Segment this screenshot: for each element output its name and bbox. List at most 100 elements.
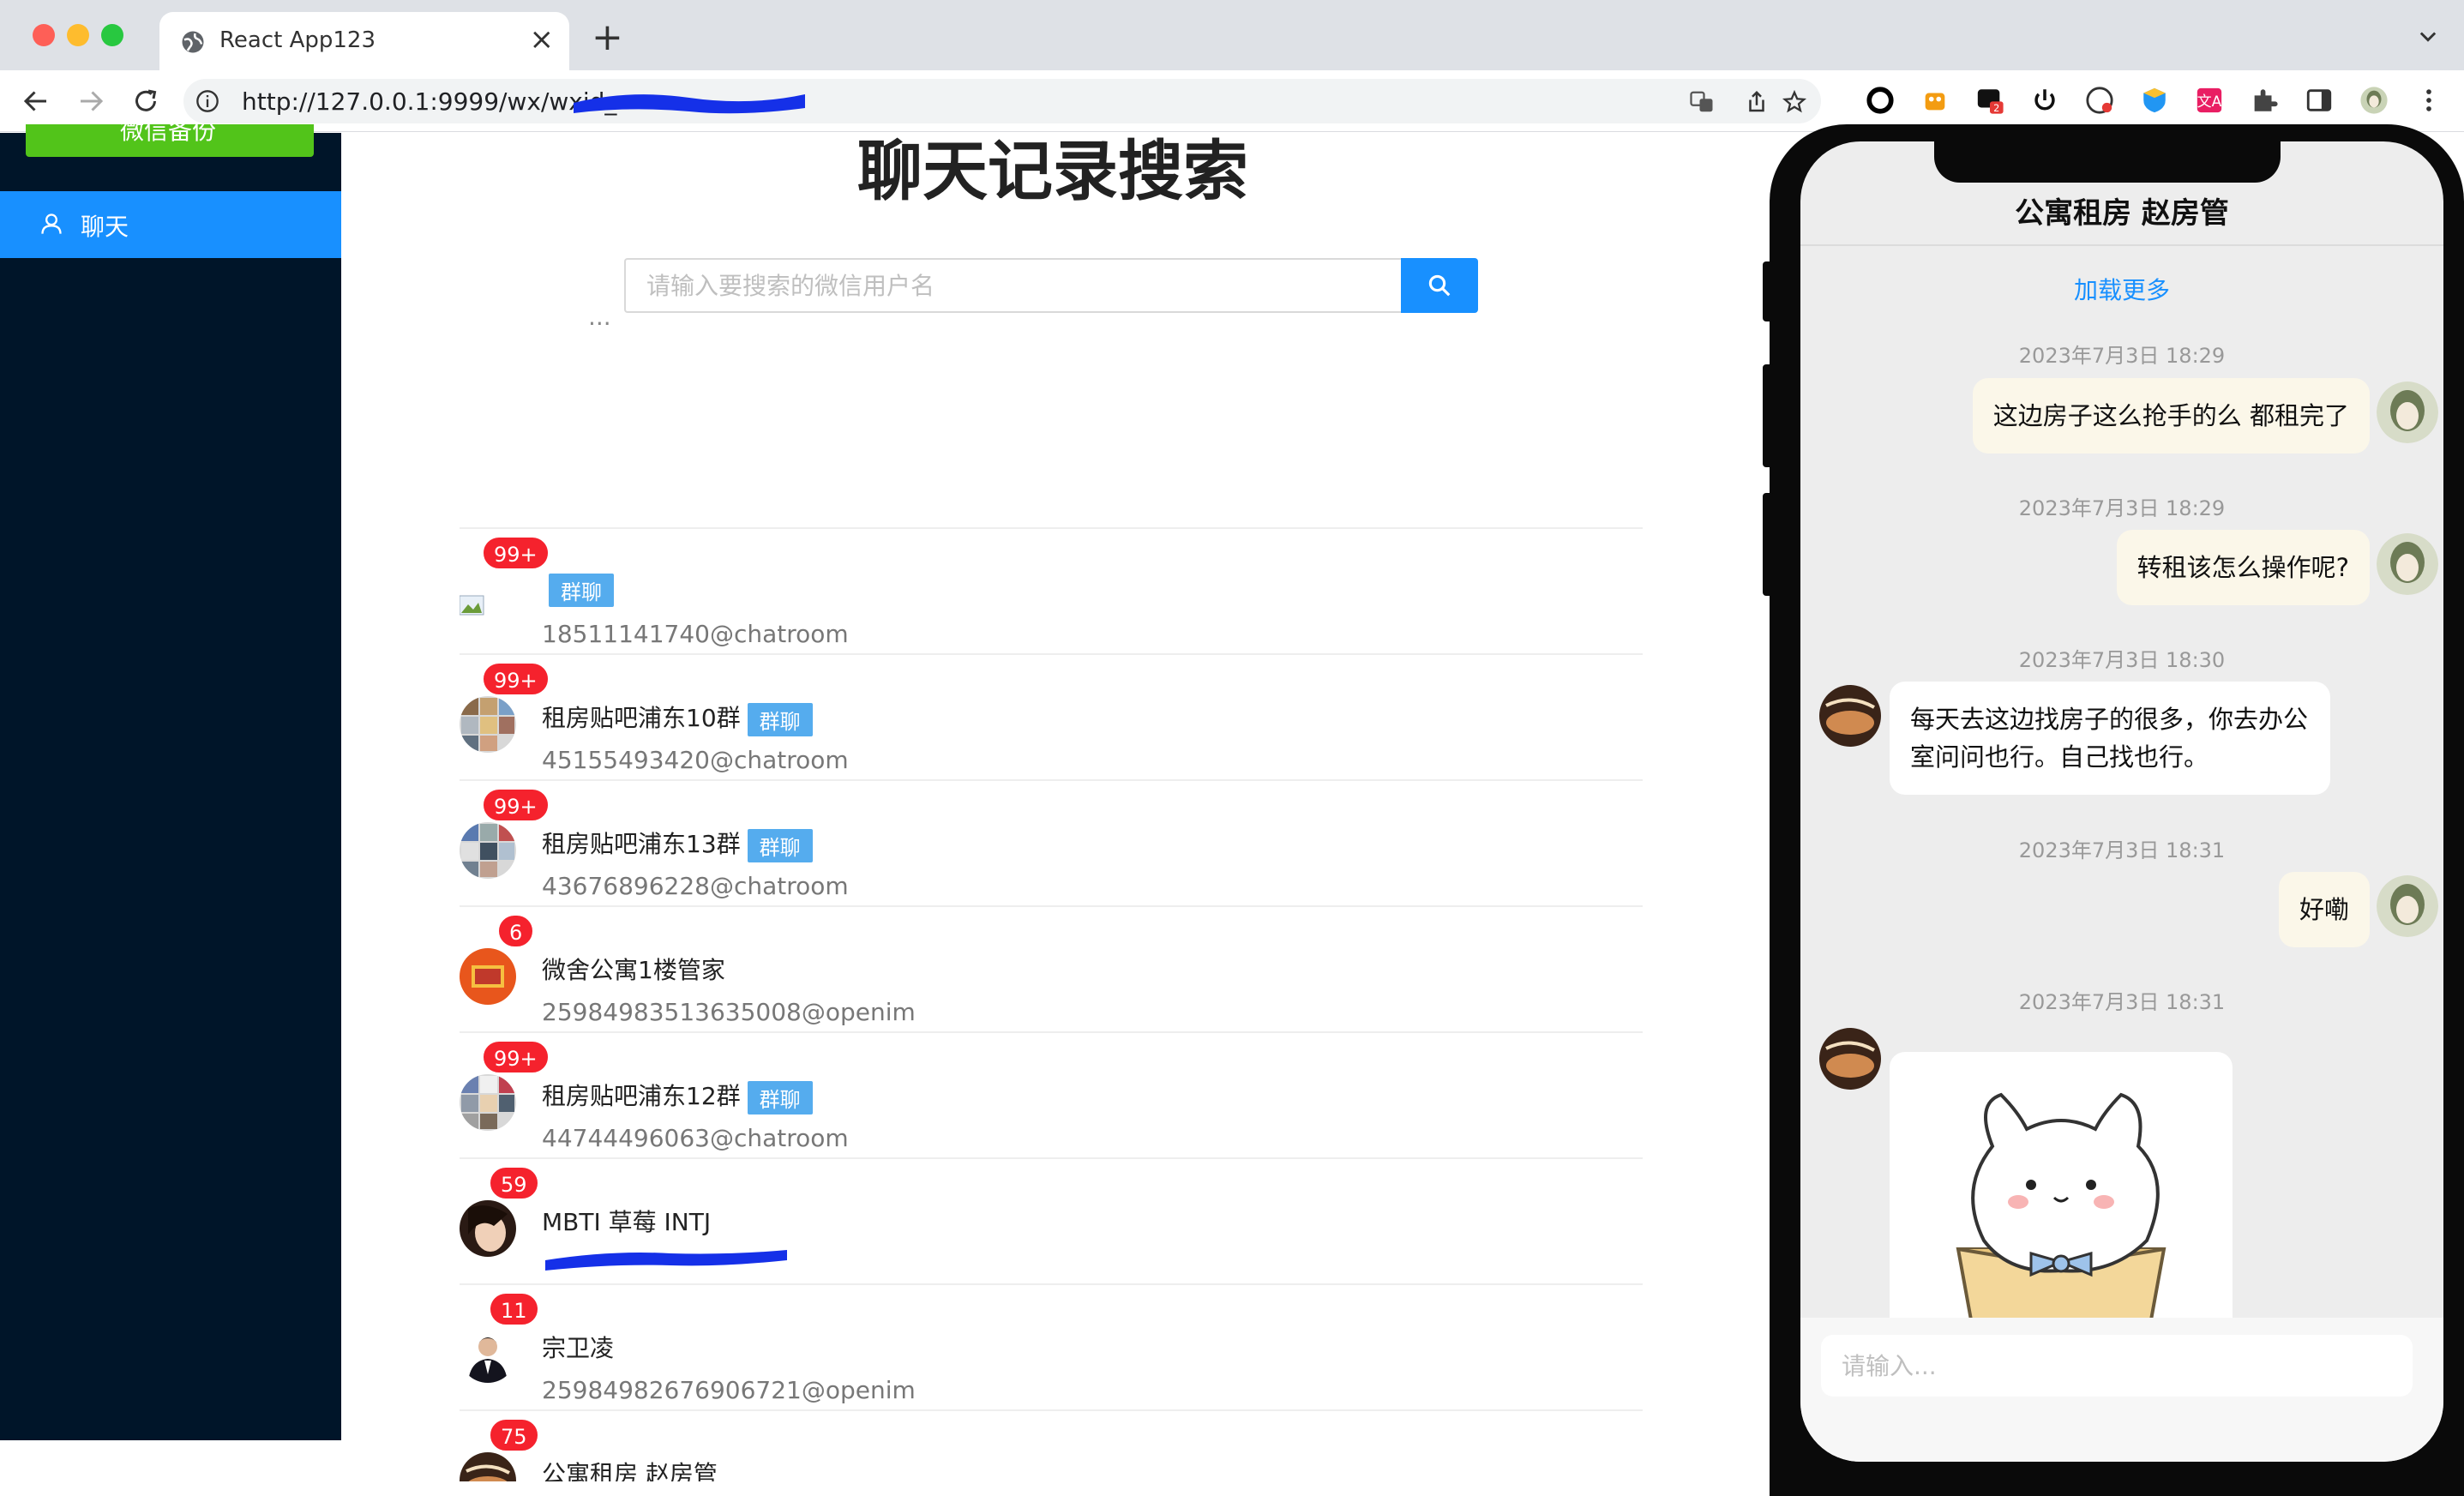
- profile-avatar-icon[interactable]: [2359, 86, 2389, 115]
- message-timestamp: 2023年7月3日 18:29: [2018, 344, 2226, 368]
- phone-mute-switch: [1763, 261, 1775, 321]
- message-timestamp: 2023年7月3日 18:30: [2018, 648, 2226, 672]
- translate-icon[interactable]: [1689, 89, 1715, 115]
- url-text[interactable]: http://127.0.0.1:9999/wx/wxid_: [242, 87, 616, 116]
- chat-input-bar: [1800, 1318, 2443, 1462]
- sidebar: 微信备份 聊天: [0, 124, 341, 1440]
- main-panel: 聊天记录搜索 ... 99+ 群聊 18511141740@chatroom: [341, 133, 1764, 1481]
- unread-badge: 99+: [482, 662, 550, 696]
- svg-text:文A: 文A: [2197, 93, 2222, 111]
- wordpress-extension-icon[interactable]: [2085, 86, 2114, 115]
- unread-badge: 99+: [482, 1040, 550, 1074]
- conversation-id: 43676896228@chatroom: [542, 872, 849, 900]
- side-panel-icon[interactable]: [2305, 86, 2334, 115]
- list-item[interactable]: 99+ 租房贴吧浦东13群 群聊 43676896228@chatroom: [460, 779, 1643, 905]
- list-item[interactable]: 99+ 群聊 18511141740@chatroom: [460, 527, 1643, 653]
- message-bubble-self: 好嘞: [2278, 872, 2370, 947]
- message-bubble-other: 每天去这边找房子的很多，你去办公室问问也行。自己找也行。: [1890, 682, 2330, 795]
- info-icon[interactable]: [195, 89, 219, 113]
- conversation-id: 44744496063@chatroom: [542, 1124, 849, 1152]
- wechat-backup-button[interactable]: 微信备份: [26, 124, 314, 157]
- svg-text:2: 2: [1993, 102, 1999, 114]
- self-avatar: [2377, 875, 2438, 937]
- puzzle-orange-extension-icon[interactable]: [1920, 86, 1950, 115]
- circle-extension-icon[interactable]: [1866, 86, 1895, 115]
- reload-icon[interactable]: [130, 86, 161, 117]
- share-icon[interactable]: [1744, 89, 1770, 115]
- puzzle-icon[interactable]: [2250, 86, 2279, 115]
- search-input[interactable]: [624, 258, 1401, 313]
- conversation-id: 25984983513635008@openim: [542, 998, 916, 1026]
- list-item[interactable]: 99+ 租房贴吧浦东12群 群聊 44744496063@chatroom: [460, 1031, 1643, 1157]
- star-icon[interactable]: [1782, 89, 1807, 115]
- browser-tab-bar: React App123 × +: [0, 0, 2464, 70]
- conversation-name: 租房贴吧浦东12群 群聊: [542, 1078, 813, 1114]
- new-tab-button[interactable]: +: [592, 19, 623, 57]
- window-minimize-button[interactable]: [67, 24, 89, 46]
- globe-icon: [182, 31, 204, 53]
- sidebar-item-chat[interactable]: 聊天: [0, 191, 341, 258]
- list-item[interactable]: 99+ 租房贴吧浦东10群 群聊 45155493420@chatroom: [460, 653, 1643, 779]
- unread-badge: 99+: [482, 788, 550, 822]
- conversation-name: 公寓租房 赵房管: [542, 1460, 718, 1481]
- redaction-scribble: [574, 94, 805, 114]
- load-more-link[interactable]: 加载更多: [1800, 272, 2443, 306]
- message-timestamp: 2023年7月3日 18:31: [2018, 838, 2226, 862]
- sticker-message[interactable]: [1890, 1052, 2233, 1343]
- chat-window: 公寓租房 赵房管 加载更多 2023年7月3日 18:29 这边房子这么抢手的么…: [1800, 141, 2443, 1462]
- phone-frame: 公寓租房 赵房管 加载更多 2023年7月3日 18:29 这边房子这么抢手的么…: [1763, 124, 2464, 1496]
- list-item[interactable]: 11 宗卫凌 25984982676906721@openim: [460, 1283, 1643, 1409]
- page-title: 聊天记录搜索: [857, 133, 1248, 209]
- unread-badge: 11: [489, 1292, 539, 1326]
- phone-notch: [1934, 141, 2281, 183]
- group-tag: 群聊: [747, 1080, 813, 1114]
- devtools-extension-icon[interactable]: 2: [1975, 86, 2004, 115]
- message-timestamp: 2023年7月3日 18:29: [2018, 496, 2226, 520]
- search-button[interactable]: [1401, 258, 1478, 313]
- divider: [1800, 244, 2443, 246]
- back-arrow-icon[interactable]: [21, 86, 51, 117]
- more-vertical-icon[interactable]: [2414, 86, 2443, 115]
- window-close-button[interactable]: [33, 24, 55, 46]
- tab-title: React App123: [219, 27, 376, 53]
- sidebar-item-label: 聊天: [81, 213, 129, 241]
- message-bubble-self: 这边房子这么抢手的么 都租完了: [1972, 378, 2370, 454]
- conversation-name: 群聊: [542, 574, 614, 607]
- tab-close-button[interactable]: ×: [530, 22, 555, 57]
- unread-badge: 75: [489, 1418, 539, 1452]
- unread-badge: 6: [497, 914, 535, 948]
- group-avatar: [460, 822, 516, 879]
- window-zoom-button[interactable]: [101, 24, 123, 46]
- conversation-name: 宗卫凌: [542, 1334, 615, 1362]
- person-avatar: [460, 1200, 516, 1257]
- self-avatar: [2377, 382, 2438, 443]
- group-tag: 群聊: [549, 574, 614, 607]
- search-icon: [1428, 274, 1451, 297]
- group-tag: 群聊: [747, 828, 813, 862]
- forward-arrow-icon[interactable]: [75, 86, 106, 117]
- browser-tab[interactable]: React App123 ×: [159, 12, 569, 70]
- person-avatar: [460, 1452, 516, 1481]
- butler-avatar: [460, 948, 516, 1005]
- contact-avatar: [1819, 685, 1881, 747]
- chat-input[interactable]: [1821, 1335, 2413, 1397]
- page-content: 微信备份 聊天 聊天记录搜索 ...: [0, 124, 2464, 1496]
- list-item[interactable]: 6 微舍公寓1楼管家 25984983513635008@openim: [460, 905, 1643, 1031]
- list-item[interactable]: 59 MBTI 草莓 INTJ: [460, 1157, 1643, 1283]
- message-bubble-self: 转租该怎么操作呢?: [2116, 530, 2370, 605]
- power-icon[interactable]: [2030, 86, 2059, 115]
- translate-extension-icon[interactable]: 文A: [2195, 86, 2224, 115]
- address-bar[interactable]: http://127.0.0.1:9999/wx/wxid_: [183, 79, 1821, 123]
- shield-extension-icon[interactable]: [2140, 86, 2169, 115]
- redaction-scribble: [545, 1250, 787, 1271]
- group-avatar: [460, 696, 516, 753]
- conversation-name: 微舍公寓1楼管家: [542, 956, 725, 984]
- chevron-down-icon[interactable]: [2416, 24, 2440, 48]
- conversation-id: 45155493420@chatroom: [542, 746, 849, 774]
- clipped-previous-item: ...: [588, 321, 611, 332]
- user-icon: [41, 213, 62, 234]
- list-item[interactable]: 75 公寓租房 赵房管: [460, 1409, 1643, 1481]
- wechat-backup-label: 微信备份: [120, 124, 217, 145]
- group-avatar: [460, 1074, 516, 1131]
- self-avatar: [2377, 533, 2438, 595]
